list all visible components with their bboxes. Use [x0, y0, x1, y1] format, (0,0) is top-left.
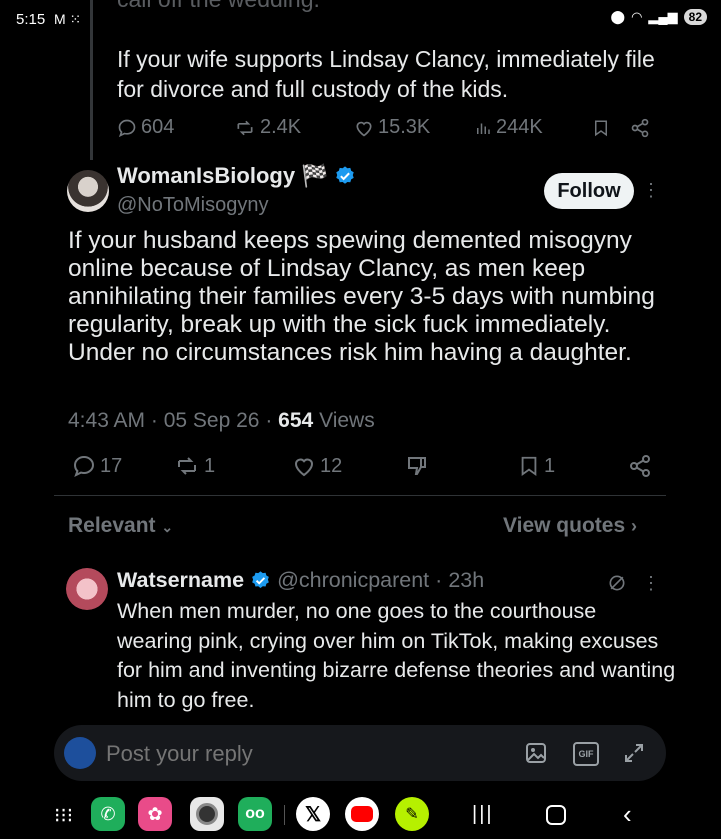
author-handle[interactable]: @NoToMisogyny [117, 194, 268, 217]
wifi-icon: ◠ [631, 9, 643, 24]
main-bookmark-action[interactable]: 1 [518, 454, 628, 478]
tweet-time[interactable]: 4:43 AM [68, 409, 145, 432]
view-quotes-link[interactable]: View quotes › [503, 514, 637, 538]
more-options-icon[interactable]: ⋮ [642, 180, 660, 201]
gif-button[interactable]: GIF [573, 742, 599, 766]
phone-app-icon[interactable]: ✆ [91, 797, 125, 831]
heart-icon [356, 121, 372, 137]
back-button-icon[interactable]: ‹ [623, 799, 632, 830]
x-app-icon[interactable]: 𝕏 [296, 797, 330, 831]
reply-composer[interactable]: GIF [54, 725, 666, 781]
feather-app-icon[interactable]: ✎ [395, 797, 429, 831]
analytics-icon [477, 123, 490, 134]
divider [54, 495, 666, 496]
status-bar: 5:15 M ⁙ ⬤ ◠ ▂▄▆ 82 [0, 0, 721, 40]
main-like-action[interactable]: 12 [292, 454, 405, 478]
follow-button[interactable]: Follow [544, 173, 634, 209]
camera-app-icon[interactable] [190, 797, 224, 831]
share-icon [630, 455, 650, 477]
reply-icon [118, 119, 136, 137]
reply-icon [73, 455, 95, 477]
reply-author-name[interactable]: Watsername [117, 568, 244, 593]
location-icon: ⬤ [610, 9, 626, 24]
bookmark-icon [521, 456, 537, 477]
thumbs-down-icon [408, 457, 426, 475]
repost-icon [178, 457, 196, 475]
share-icon [631, 118, 649, 137]
reply-author-avatar[interactable] [66, 568, 108, 610]
heart-icon [294, 458, 314, 477]
signal-icon: ▂▄▆ [648, 9, 678, 24]
relevant-sort-dropdown[interactable]: Relevant ⌄ [68, 514, 173, 538]
tweet-date[interactable]: 05 Sep 26 [164, 409, 260, 432]
like-action[interactable]: 15.3K [354, 116, 474, 139]
previous-tweet-actions: 604 2.4K 15.3K 244K [117, 116, 657, 139]
reply-input[interactable] [104, 738, 408, 770]
author-display-name[interactable]: WomanIsBiology [117, 163, 295, 189]
expand-icon[interactable] [622, 741, 646, 765]
reply-action[interactable]: 604 [117, 116, 234, 139]
app-drawer-icon[interactable]: ⁝⁝⁝ [54, 803, 73, 828]
chevron-down-icon: ⌄ [161, 519, 174, 535]
grok-icon[interactable] [607, 573, 627, 593]
views-count: 654 [278, 409, 314, 432]
views-action[interactable]: 244K [474, 116, 592, 139]
status-time: 5:15 [16, 11, 46, 28]
clipped-previous-text: call off the wedding. [117, 0, 320, 13]
main-tweet-text: If your husband keeps spewing demented m… [68, 227, 655, 366]
reply-more-options-icon[interactable]: ⋮ [642, 573, 660, 594]
verified-badge-icon [252, 571, 269, 588]
youtube-app-icon[interactable] [345, 797, 379, 831]
main-downvote-action[interactable] [405, 454, 518, 478]
views-label: Views [319, 409, 375, 432]
main-share-action[interactable] [628, 454, 652, 478]
bookmark-action[interactable] [592, 118, 630, 138]
gmail-notification-icon: M ⁙ [54, 11, 82, 27]
verified-badge-icon [336, 166, 355, 184]
user-avatar [64, 737, 96, 769]
gallery-app-icon[interactable]: ✿ [138, 797, 172, 831]
share-action[interactable] [630, 118, 650, 138]
author-avatar[interactable] [67, 170, 109, 212]
main-reply-action[interactable]: 17 [72, 454, 174, 478]
reply-age: 23h [448, 568, 485, 592]
checkered-flag-icon: 🏁 [301, 163, 329, 188]
repost-action[interactable]: 2.4K [234, 116, 354, 139]
image-icon[interactable] [524, 741, 548, 765]
battery-indicator: 82 [683, 9, 707, 25]
repost-icon [237, 120, 253, 135]
thread-line [90, 0, 93, 160]
main-tweet-actions: 17 1 12 1 [72, 454, 652, 478]
voicemail-app-icon[interactable]: oo [238, 797, 272, 831]
recent-apps-icon[interactable]: ||| [472, 803, 494, 826]
reply-tweet-text: When men murder, no one goes to the cour… [117, 599, 676, 712]
main-repost-action[interactable]: 1 [174, 454, 292, 478]
bookmark-icon [595, 120, 607, 136]
home-button-icon[interactable] [546, 805, 566, 825]
dock-separator [284, 805, 285, 825]
previous-tweet-text: If your wife supports Lindsay Clancy, im… [117, 46, 655, 102]
tweet-meta: 4:43 AM · 05 Sep 26 · 654 Views [68, 409, 375, 432]
chevron-right-icon: › [631, 516, 637, 536]
reply-author-handle[interactable]: @chronicparent [277, 568, 429, 593]
